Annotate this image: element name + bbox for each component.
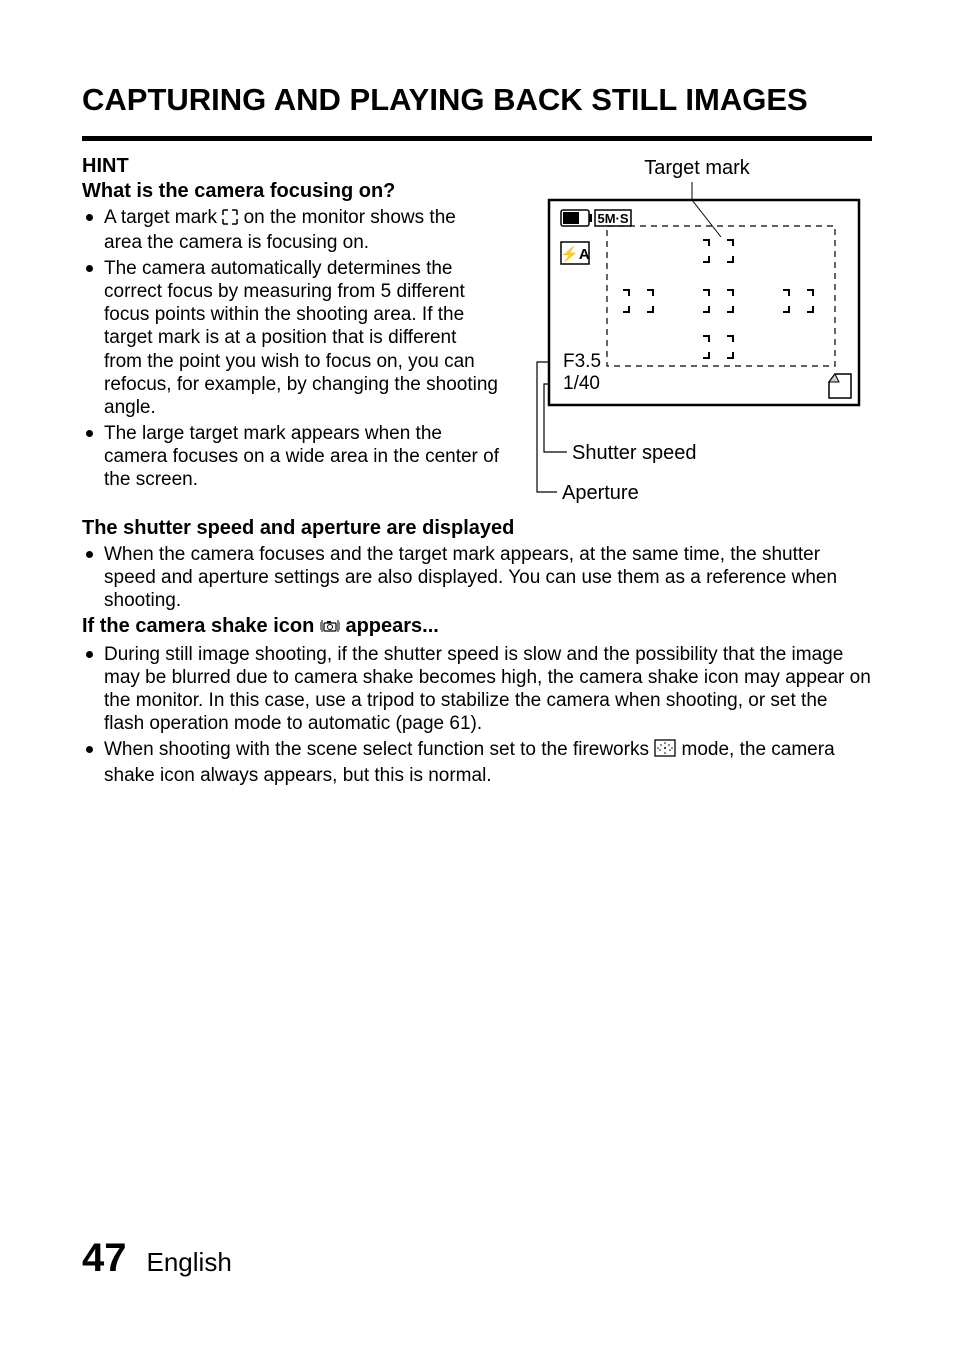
resolution-icon: 5M·S	[595, 210, 631, 226]
bullet-shutter-display: When the camera focuses and the target m…	[104, 543, 872, 613]
subheading-shutter: The shutter speed and aperture are displ…	[82, 517, 872, 541]
text: appears...	[345, 615, 438, 637]
bullet-shake-explain: During still image shooting, if the shut…	[104, 643, 872, 736]
bullet-target-mark: A target mark on the monitor shows the a…	[104, 206, 499, 254]
monitor-diagram: 5M·S ⚡A	[517, 182, 877, 517]
page-title: CAPTURING AND PLAYING BACK STILL IMAGES	[82, 82, 872, 118]
svg-text:Shutter speed: Shutter speed	[572, 442, 697, 464]
flash-auto-icon: ⚡A	[560, 242, 590, 264]
svg-text:Aperture: Aperture	[562, 482, 639, 504]
sd-card-icon	[829, 374, 851, 398]
bullet-fireworks: When shooting with the scene select func…	[104, 738, 872, 786]
bullet-large-mark: The large target mark appears when the c…	[104, 422, 499, 492]
text: When shooting with the scene select func…	[104, 739, 649, 760]
hint-label: HINT	[82, 155, 499, 178]
svg-text:5M·S: 5M·S	[597, 211, 628, 226]
svg-text:⚡A: ⚡A	[560, 245, 590, 263]
svg-text:F3.5: F3.5	[563, 351, 601, 372]
subheading-focus: What is the camera focusing on?	[82, 180, 499, 204]
target-mark-label: Target mark	[517, 157, 877, 180]
subheading-shake: If the camera shake icon appears...	[82, 615, 872, 641]
text: If the camera shake icon	[82, 615, 314, 637]
battery-icon	[561, 210, 592, 226]
bullet-auto-focus: The camera automatically determines the …	[104, 257, 499, 419]
title-rule	[82, 136, 872, 141]
camera-shake-icon	[320, 617, 340, 641]
page-number: 47	[82, 1236, 127, 1281]
page-language: English	[147, 1247, 232, 1278]
text: A target mark	[104, 207, 217, 228]
fireworks-icon	[654, 739, 676, 763]
target-mark-icon	[222, 208, 238, 231]
svg-text:1/40: 1/40	[563, 373, 600, 394]
